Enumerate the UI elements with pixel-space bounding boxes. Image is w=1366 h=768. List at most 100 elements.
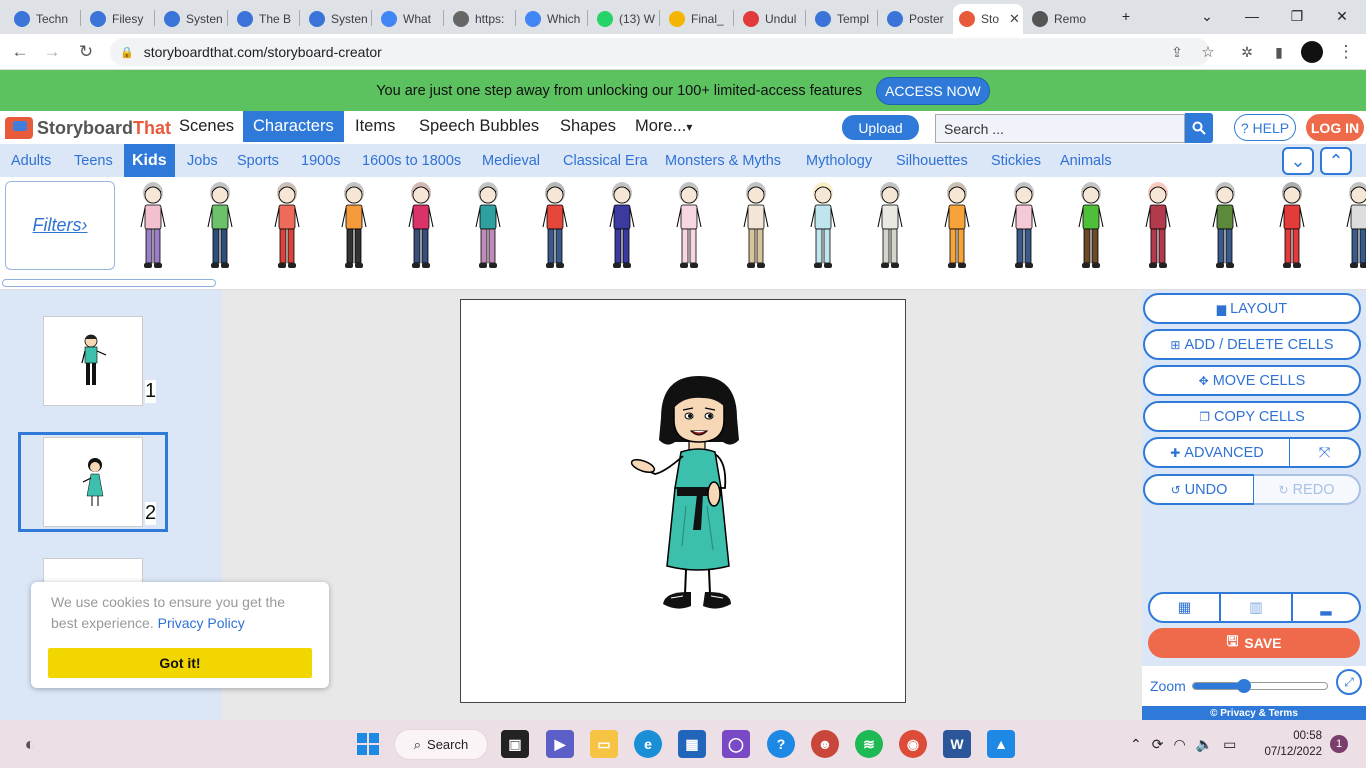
start-icon[interactable] (354, 730, 382, 758)
close-tab-icon[interactable]: ✕ (1009, 11, 1020, 27)
access-now-button[interactable]: ACCESS NOW (876, 76, 990, 105)
browser-tab[interactable]: (13) W (591, 4, 659, 34)
character-thumbnail[interactable] (873, 179, 907, 271)
nav-item-shapes[interactable]: Shapes (550, 111, 626, 142)
library-scrollbar[interactable] (2, 279, 216, 287)
privacy-policy-link[interactable]: Privacy Policy (158, 615, 245, 631)
category-tab-classical-era[interactable]: Classical Era (555, 144, 656, 177)
layout-button[interactable]: ▆ LAYOUT (1143, 293, 1361, 324)
view-columns-button[interactable]: ▥ (1221, 592, 1293, 623)
category-tab-teens[interactable]: Teens (66, 144, 121, 177)
cell-thumbnail-2[interactable] (43, 437, 143, 527)
storyboard-cell-canvas[interactable] (460, 299, 906, 703)
browser-tab[interactable]: What (375, 4, 443, 34)
browser-tab[interactable]: Sto ✕ (953, 4, 1023, 34)
address-bar[interactable]: 🔒 storyboardthat.com/storyboard-creator (110, 38, 1210, 66)
category-tab-stickies[interactable]: Stickies (983, 144, 1049, 177)
restore-icon[interactable]: ❐ (1275, 0, 1319, 32)
save-button[interactable]: 🖫 SAVE (1148, 628, 1360, 658)
chevron-up-icon[interactable]: ⌃ (1320, 147, 1352, 175)
got-it-button[interactable]: Got it! (48, 648, 312, 678)
character-thumbnail[interactable] (538, 179, 572, 271)
character-thumbnail[interactable] (404, 179, 438, 271)
game-icon[interactable]: ☻ (811, 730, 839, 758)
extensions-icon[interactable]: ✲ (1235, 40, 1259, 64)
browser-tab[interactable]: https: (447, 4, 515, 34)
character-thumbnail[interactable] (1275, 179, 1309, 271)
browser-tab[interactable]: Filesy (84, 4, 154, 34)
profile-avatar[interactable] (1300, 40, 1324, 64)
teams-chat-icon[interactable]: ▶ (546, 730, 574, 758)
category-tab-jobs[interactable]: Jobs (179, 144, 226, 177)
chrome-icon[interactable]: ◉ (899, 730, 927, 758)
task-view-icon[interactable]: ▣ (501, 730, 529, 758)
zoom-slider[interactable] (1192, 679, 1328, 693)
browser-tab[interactable]: The B (231, 4, 299, 34)
bookmark-star-icon[interactable]: ☆ (1196, 40, 1220, 64)
search-input[interactable]: Search ... (935, 114, 1185, 143)
character-thumbnail[interactable] (940, 179, 974, 271)
browser-tab[interactable]: Poster (881, 4, 949, 34)
browser-tab[interactable]: Systen (303, 4, 371, 34)
category-tab-1900s[interactable]: 1900s (293, 144, 349, 177)
edge-icon[interactable]: e (634, 730, 662, 758)
help-button[interactable]: ? HELP (1234, 114, 1296, 141)
notification-badge[interactable]: 1 (1330, 735, 1348, 753)
search-icon[interactable] (1185, 113, 1213, 143)
girl-character[interactable] (461, 300, 907, 704)
clock[interactable]: 00:58 07/12/2022 (1262, 728, 1322, 760)
browser-tab[interactable]: Undul (737, 4, 805, 34)
category-tab-medieval[interactable]: Medieval (474, 144, 548, 177)
file-explorer-icon[interactable]: ▭ (590, 730, 618, 758)
character-thumbnail[interactable] (1342, 179, 1366, 271)
volume-icon[interactable]: 🔈 (1196, 736, 1213, 753)
nav-item-more[interactable]: More... ▾ (625, 111, 702, 142)
advanced-button[interactable]: ✚ ADVANCED (1143, 437, 1291, 468)
category-tab-sports[interactable]: Sports (229, 144, 287, 177)
taskbar-search[interactable]: ⌕ Search (394, 729, 488, 760)
battery-icon[interactable]: ▭ (1223, 736, 1236, 753)
browser-tab[interactable]: Remo (1026, 4, 1096, 34)
category-tab-silhouettes[interactable]: Silhouettes (888, 144, 976, 177)
add-delete-cells-button[interactable]: ⊞ ADD / DELETE CELLS (1143, 329, 1361, 360)
category-tab-1600s-to-1800s[interactable]: 1600s to 1800s (354, 144, 469, 177)
reload-icon[interactable]: ↻ (74, 40, 98, 64)
filters-button[interactable]: Filters› (5, 181, 115, 270)
character-thumbnail[interactable] (806, 179, 840, 271)
browser-tab[interactable]: Systen (158, 4, 227, 34)
spotify-icon[interactable]: ≋ (855, 730, 883, 758)
zoom-slider-handle[interactable] (1236, 679, 1251, 693)
back-icon[interactable]: ← (8, 40, 32, 64)
browser-tab[interactable]: Techn (8, 4, 80, 34)
tab-search-icon[interactable]: ⌄ (1185, 0, 1229, 32)
character-thumbnail[interactable] (136, 179, 170, 271)
zoom-fit-icon[interactable]: ⤢ (1336, 669, 1362, 695)
photos-icon[interactable]: ▲ (987, 730, 1015, 758)
category-tab-adults[interactable]: Adults (3, 144, 59, 177)
character-thumbnail[interactable] (471, 179, 505, 271)
browser-tab[interactable]: Which (519, 4, 587, 34)
app-icon[interactable]: ◯ (722, 730, 750, 758)
nav-item-speech-bubbles[interactable]: Speech Bubbles (409, 111, 549, 142)
close-window-icon[interactable]: ✕ (1320, 0, 1364, 32)
view-grid-button[interactable]: ▦ (1148, 592, 1221, 623)
character-thumbnail[interactable] (672, 179, 706, 271)
upload-button[interactable]: Upload (842, 115, 919, 140)
browser-tab[interactable]: Templ (809, 4, 877, 34)
share-icon[interactable]: ⇪ (1165, 40, 1189, 64)
nav-item-items[interactable]: Items (345, 111, 405, 142)
login-button[interactable]: LOG IN (1306, 114, 1364, 141)
store-icon[interactable]: ▦ (678, 730, 706, 758)
sync-icon[interactable]: ⟳ (1152, 736, 1164, 753)
move-cells-button[interactable]: ✥ MOVE CELLS (1143, 365, 1361, 396)
undo-button[interactable]: ↺ UNDO (1143, 474, 1255, 505)
character-thumbnail[interactable] (739, 179, 773, 271)
character-thumbnail[interactable] (605, 179, 639, 271)
wifi-icon[interactable]: ◠ (1173, 736, 1185, 753)
copy-cells-button[interactable]: ❐ COPY CELLS (1143, 401, 1361, 432)
character-thumbnail[interactable] (1208, 179, 1242, 271)
character-thumbnail[interactable] (1007, 179, 1041, 271)
browser-tab[interactable]: Final_ (663, 4, 733, 34)
redo-button[interactable]: ↻ REDO (1254, 474, 1361, 505)
browser-menu-icon[interactable]: ⋮ (1334, 40, 1358, 64)
